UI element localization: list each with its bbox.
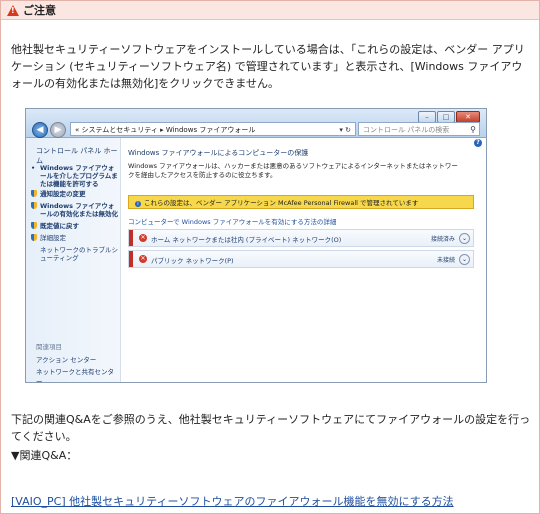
search-box: コントロール パネルの検索 ⚲ (358, 122, 480, 136)
left-item-restore-defaults: 既定値に戻す (31, 222, 118, 230)
main-pane: ? Windows ファイアウォールによるコンピューターの保護 Windows … (122, 138, 486, 382)
notice-paragraph-2: 下記の関連Q&Aをご参照のうえ、他社製セキュリティーソフトウェアにてファイアウォ… (11, 413, 531, 443)
left-item-notification: 通知設定の変更 (31, 190, 118, 198)
related-qa-link[interactable]: [VAIO_PC] 他社製セキュリティーソフトウェアのファイアウォール機能を無効… (11, 493, 454, 509)
nav-buttons: ◀ ▶ (32, 122, 68, 138)
alert-bar (129, 230, 133, 246)
network-row-public: ✕ パブリック ネットワーク(P) 未接続 ⌄ (128, 250, 474, 268)
main-title: Windows ファイアウォールによるコンピューターの保護 (128, 149, 309, 157)
shield-icon (31, 234, 37, 241)
warning-icon (7, 4, 19, 16)
search-icon: ⚲ (470, 125, 476, 134)
control-panel-home-link: コントロール パネル ホーム (36, 147, 118, 165)
left-item-troubleshoot: ネットワークのトラブルシューティング (40, 246, 118, 262)
search-placeholder: コントロール パネルの検索 (363, 126, 450, 134)
shield-icon (31, 202, 37, 209)
network-status: 未接続 (436, 257, 455, 264)
main-description: Windows ファイアウォールは、ハッカーまたは悪意のあるソフトウェアによるイ… (128, 162, 458, 179)
shield-icon (31, 190, 37, 197)
firewall-screenshot: – □ ✕ ◀ ▶ « システムとセキュリティ ▸ Windows ファイアウォ… (25, 108, 487, 383)
shield-icon (31, 222, 37, 229)
help-link: コンピューターで Windows ファイアウォールを有効にする方法の詳細 (128, 218, 337, 226)
info-icon: i (135, 201, 141, 207)
notice-paragraph-1: 他社製セキュリティーソフトウェアをインストールしている場合は、「これらの設定は、… (11, 43, 525, 90)
related-qa-heading: ▼関連Q&A： (11, 449, 78, 462)
window-titlebar: – □ ✕ ◀ ▶ « システムとセキュリティ ▸ Windows ファイアウォ… (26, 109, 486, 138)
chevron-down-icon: ⌄ (459, 254, 470, 265)
left-item-allow-programs: • Windows ファイアウォールを介したプログラムまたは機能を許可する (31, 164, 118, 188)
address-text: « システムとセキュリティ ▸ Windows ファイアウォール (75, 126, 256, 134)
error-shield-icon: ✕ (139, 234, 147, 242)
notice-box: ご注意 他社製セキュリティーソフトウェアをインストールしている場合は、「これらの… (0, 0, 540, 514)
related-network-center: ネットワークと共有センター (36, 368, 114, 383)
network-status: 接続済み (430, 236, 455, 243)
banner-text: これらの設定は、ベンダー アプリケーション McAfee Personal Fi… (144, 199, 419, 207)
vendor-banner: i これらの設定は、ベンダー アプリケーション McAfee Personal F… (128, 195, 474, 209)
alert-bar (129, 251, 133, 267)
back-arrow-icon: ◀ (32, 122, 48, 138)
bullet-icon: • (31, 164, 36, 172)
network-label: ホーム ネットワークまたは社内 (プライベート) ネットワーク(O) (151, 236, 342, 244)
forward-arrow-icon: ▶ (50, 122, 66, 138)
left-item-advanced: 詳細設定 (31, 234, 118, 242)
left-item-toggle-firewall: Windows ファイアウォールの有効化または無効化 (31, 202, 118, 218)
notice-title: ご注意 (23, 4, 56, 17)
help-icon: ? (474, 139, 482, 147)
notice-header: ご注意 (1, 1, 539, 20)
error-shield-icon: ✕ (139, 255, 147, 263)
network-label: パブリック ネットワーク(P) (151, 257, 234, 265)
address-bar: « システムとセキュリティ ▸ Windows ファイアウォール ▾ ↻ (70, 122, 356, 136)
network-row-home: ✕ ホーム ネットワークまたは社内 (プライベート) ネットワーク(O) 接続済… (128, 229, 474, 247)
left-pane: コントロール パネル ホーム • Windows ファイアウォールを介したプログ… (26, 138, 121, 382)
related-action-center: アクション センター (36, 356, 97, 364)
chevron-down-icon: ⌄ (459, 233, 470, 244)
related-label: 関連項目 (36, 343, 62, 351)
refresh-icon: ▾ ↻ (339, 126, 351, 134)
